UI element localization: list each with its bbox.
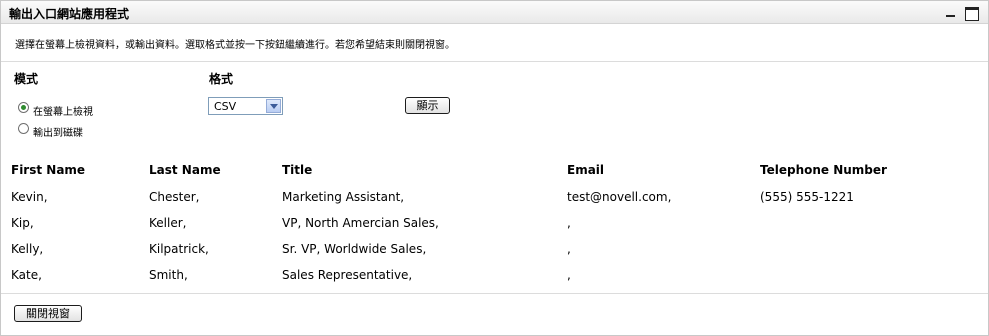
- header-first-name: First Name: [11, 163, 86, 177]
- export-portlet: 輸出入口網站應用程式 選擇在螢幕上檢視資料，或輸出資料。選取格式並按一下按鈕繼續…: [0, 0, 989, 336]
- format-select-value: CSV: [214, 100, 237, 113]
- cell-last-name: Smith,: [149, 268, 188, 282]
- header-telephone: Telephone Number: [760, 163, 887, 177]
- cell-first-name: Kate,: [11, 268, 42, 282]
- cell-last-name: Chester,: [149, 190, 200, 204]
- instructions-text: 選擇在螢幕上檢視資料，或輸出資料。選取格式並按一下按鈕繼續進行。若您希望結束則關…: [15, 40, 455, 51]
- window-title: 輸出入口網站應用程式: [9, 7, 130, 21]
- radio-view-on-screen-label: 在螢幕上檢視: [33, 107, 93, 118]
- format-label: 格式: [209, 72, 234, 86]
- divider: [1, 61, 988, 62]
- minimize-icon[interactable]: [942, 7, 958, 19]
- cell-telephone: (555) 555-1221: [760, 190, 854, 204]
- radio-export-to-disk[interactable]: [18, 123, 29, 134]
- radio-view-on-screen[interactable]: [18, 102, 29, 113]
- cell-last-name: Keller,: [149, 216, 187, 230]
- cell-title: Sales Representative,: [282, 268, 413, 282]
- cell-email: ,: [567, 268, 571, 282]
- header-email: Email: [567, 163, 605, 177]
- cell-title: VP, North Amercian Sales,: [282, 216, 439, 230]
- display-button[interactable]: 顯示: [405, 97, 450, 114]
- cell-title: Sr. VP, Worldwide Sales,: [282, 242, 427, 256]
- cell-email: ,: [567, 242, 571, 256]
- chevron-down-icon[interactable]: [266, 99, 281, 113]
- maximize-icon[interactable]: [965, 7, 979, 21]
- cell-email: ,: [567, 216, 571, 230]
- header-title: Title: [282, 163, 313, 177]
- close-window-button[interactable]: 關閉視窗: [14, 305, 82, 322]
- title-bar: 輸出入口網站應用程式: [1, 1, 988, 24]
- cell-last-name: Kilpatrick,: [149, 242, 209, 256]
- radio-export-to-disk-label: 輸出到磁碟: [33, 128, 83, 139]
- divider: [1, 293, 988, 294]
- cell-title: Marketing Assistant,: [282, 190, 405, 204]
- cell-email: test@novell.com,: [567, 190, 672, 204]
- cell-first-name: Kelly,: [11, 242, 44, 256]
- mode-label: 模式: [14, 72, 39, 86]
- format-select[interactable]: CSV: [208, 97, 283, 115]
- cell-first-name: Kip,: [11, 216, 34, 230]
- header-last-name: Last Name: [149, 163, 221, 177]
- cell-first-name: Kevin,: [11, 190, 48, 204]
